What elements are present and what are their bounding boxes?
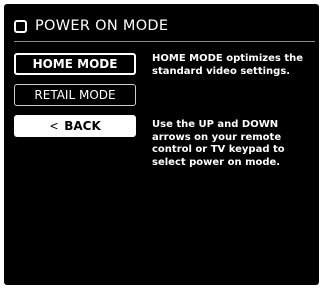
header-divider: [14, 41, 315, 42]
retail-mode-button[interactable]: RETAIL MODE: [14, 84, 136, 106]
back-label: BACK: [64, 119, 101, 133]
page-title: POWER ON MODE: [35, 18, 169, 34]
menu-header: POWER ON MODE: [14, 15, 168, 37]
navigation-instructions: Use the UP and DOWN arrows on your remot…: [152, 119, 285, 168]
tv-menu-screen: POWER ON MODE HOME MODE RETAIL MODE < BA…: [4, 4, 319, 285]
mode-description: HOME MODE optimizes the standard video s…: [152, 53, 304, 77]
checkbox-square-icon: [14, 19, 27, 33]
retail-mode-label: RETAIL MODE: [34, 88, 116, 102]
chevron-left-icon: <: [49, 119, 59, 133]
home-mode-button[interactable]: HOME MODE: [14, 53, 136, 75]
back-button[interactable]: < BACK: [14, 115, 136, 137]
home-mode-label: HOME MODE: [32, 57, 118, 71]
